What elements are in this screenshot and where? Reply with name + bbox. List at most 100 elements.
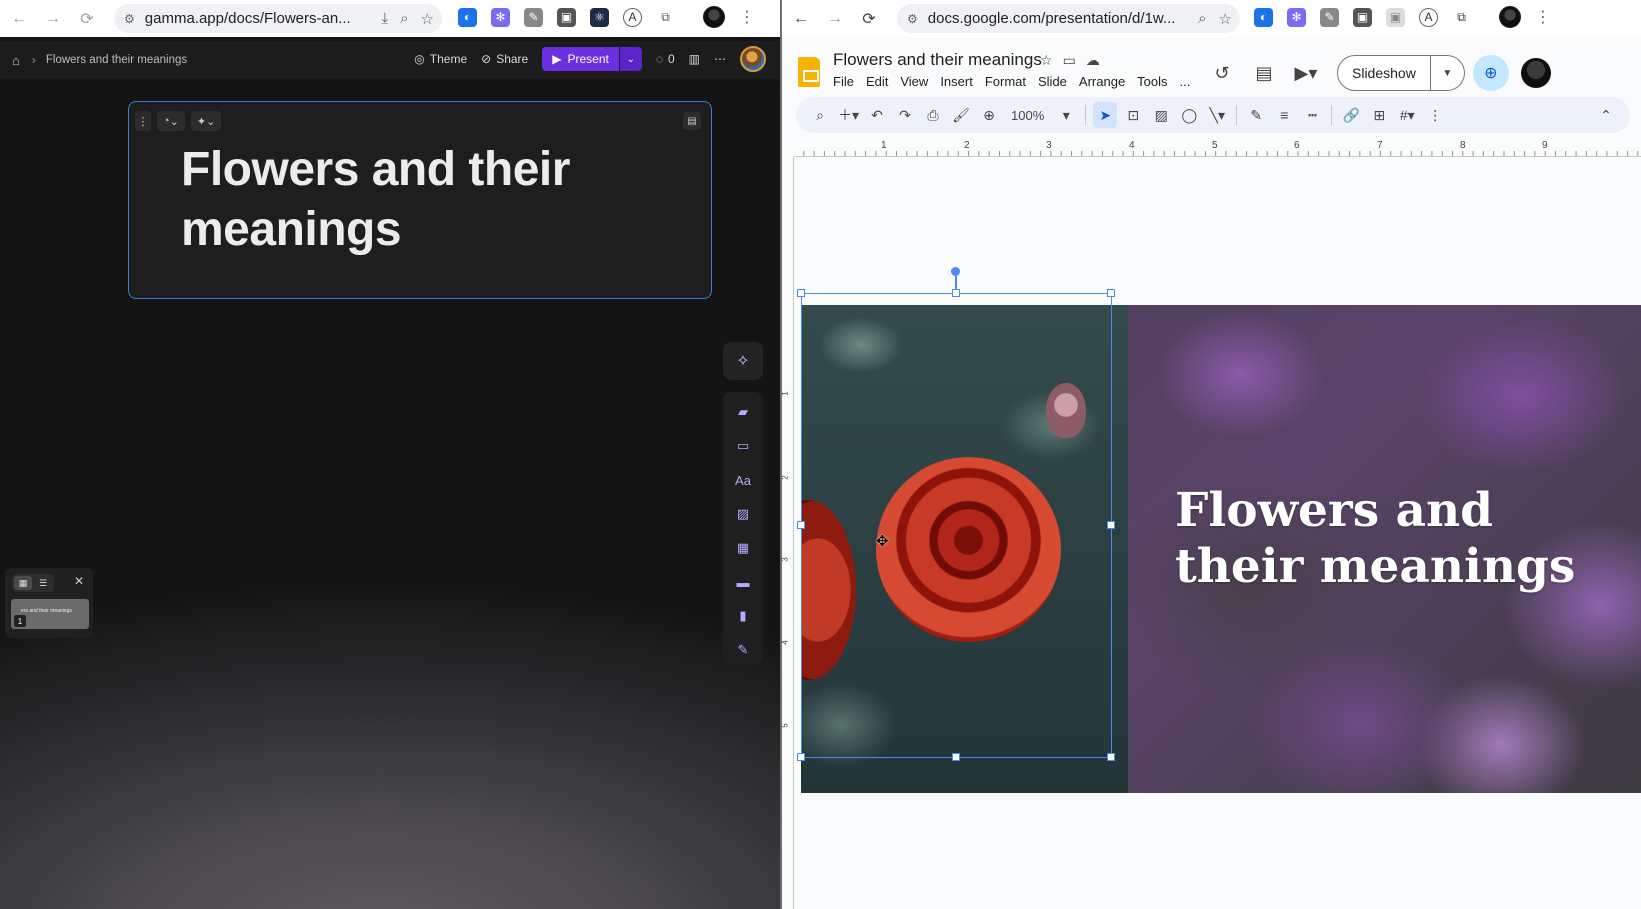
layout-icon[interactable]: ▭ bbox=[733, 436, 753, 456]
account-avatar[interactable] bbox=[1520, 58, 1551, 88]
slideshow-dropdown[interactable]: ▼ bbox=[1430, 55, 1465, 91]
slides-logo-icon[interactable] bbox=[798, 57, 820, 87]
resize-handle[interactable] bbox=[797, 521, 805, 529]
move-folder-icon[interactable]: ▭ bbox=[1063, 52, 1076, 69]
user-avatar[interactable] bbox=[740, 46, 766, 72]
card-style-button[interactable]: ◔ ⌄ bbox=[157, 111, 185, 131]
menu-icon[interactable]: ⋮ bbox=[739, 7, 755, 27]
resize-handle[interactable] bbox=[952, 289, 960, 297]
meet-icon[interactable]: ▶▾ bbox=[1291, 63, 1321, 84]
more-options-icon[interactable]: ⋮ bbox=[1423, 102, 1447, 128]
line-icon[interactable]: ╲▾ bbox=[1205, 102, 1229, 128]
extension-icon[interactable]: ▣ bbox=[1353, 7, 1372, 27]
extension-icon[interactable]: ◐ bbox=[458, 7, 477, 27]
zoom-icon[interactable]: ⌕ bbox=[1198, 10, 1206, 27]
text-icon[interactable]: Aa bbox=[733, 470, 753, 490]
slide-thumbnail[interactable]: ers and their meanings 1 bbox=[11, 599, 89, 629]
bookmark-star-icon[interactable]: ☆ bbox=[421, 10, 434, 28]
resize-handle[interactable] bbox=[952, 753, 960, 761]
resize-handle[interactable] bbox=[797, 289, 805, 297]
breadcrumb[interactable]: Flowers and their meanings bbox=[46, 54, 187, 66]
profile-avatar[interactable] bbox=[703, 6, 725, 28]
extension-icon[interactable]: ✎ bbox=[524, 7, 543, 27]
extension-icon[interactable]: ▣ bbox=[1386, 7, 1405, 27]
star-icon[interactable]: ☆ bbox=[1040, 52, 1053, 69]
resize-handle[interactable] bbox=[1107, 753, 1115, 761]
search-menus-icon[interactable]: ⌕ bbox=[808, 102, 832, 128]
zoom-icon[interactable]: ⌕ bbox=[400, 10, 408, 27]
border-color-icon[interactable]: ✎ bbox=[1244, 102, 1268, 128]
comments-button[interactable]: ◌ 0 bbox=[656, 52, 675, 66]
slideshow-button[interactable]: Slideshow bbox=[1337, 55, 1431, 91]
zoom-icon[interactable]: ⊕ bbox=[977, 102, 1001, 128]
insert-link-icon[interactable]: 🔗 bbox=[1339, 102, 1363, 128]
more-icon[interactable]: ⋯ bbox=[714, 52, 726, 66]
home-icon[interactable]: ⌂ bbox=[12, 53, 20, 68]
reload-icon[interactable]: ⟳ bbox=[76, 8, 98, 30]
extension-icon[interactable]: ⚛ bbox=[590, 7, 609, 27]
site-info-icon[interactable]: ⚙ bbox=[907, 12, 918, 26]
table-icon[interactable]: ▦ bbox=[733, 538, 753, 558]
extension-icon[interactable]: ✎ bbox=[1320, 7, 1339, 27]
extension-icon[interactable]: ▣ bbox=[557, 7, 576, 27]
crop-icon[interactable]: #▾ bbox=[1395, 102, 1419, 128]
cloud-status-icon[interactable]: ☁ bbox=[1086, 52, 1100, 69]
menu-more[interactable]: ... bbox=[1174, 74, 1197, 89]
extension-icon[interactable]: A bbox=[623, 7, 642, 27]
menu-file[interactable]: File bbox=[833, 74, 860, 89]
forward-icon[interactable]: → bbox=[824, 8, 846, 30]
border-weight-icon[interactable]: ≡ bbox=[1272, 102, 1296, 128]
banner-icon[interactable]: ▬ bbox=[733, 572, 753, 592]
print-icon[interactable]: ⎙ bbox=[921, 102, 945, 128]
extension-icon[interactable]: ◐ bbox=[1254, 7, 1273, 27]
menu-slide[interactable]: Slide bbox=[1032, 74, 1073, 89]
chart-icon[interactable]: ▮ bbox=[733, 606, 753, 626]
grid-view-icon[interactable]: ▦ bbox=[14, 576, 32, 590]
menu-tools[interactable]: Tools bbox=[1131, 74, 1173, 89]
profile-avatar[interactable] bbox=[1499, 6, 1521, 28]
card-title[interactable]: Flowers and their meanings bbox=[181, 140, 661, 260]
insert-image-icon[interactable]: ▨ bbox=[1149, 102, 1173, 128]
border-dash-icon[interactable]: ┅ bbox=[1300, 102, 1324, 128]
title-card[interactable]: ⋮ ◔ ⌄ ✦ ⌄ ▤ Flowers and their meanings bbox=[128, 101, 712, 299]
back-icon[interactable]: ← bbox=[8, 8, 30, 30]
select-cursor-icon[interactable]: ➤ bbox=[1093, 102, 1118, 128]
list-view-icon[interactable]: ☰ bbox=[34, 576, 52, 590]
slide-title[interactable]: Flowers and their meanings bbox=[1175, 483, 1615, 595]
close-icon[interactable]: ✕ bbox=[74, 574, 84, 588]
resize-handle[interactable] bbox=[1107, 289, 1115, 297]
zoom-select[interactable]: 100% bbox=[1005, 108, 1050, 123]
forward-icon[interactable]: → bbox=[42, 8, 64, 30]
install-icon[interactable]: ⤓ bbox=[382, 10, 389, 27]
history-icon[interactable]: ↺ bbox=[1207, 63, 1237, 84]
resize-handle[interactable] bbox=[1107, 521, 1115, 529]
menu-view[interactable]: View bbox=[894, 74, 934, 89]
extension-icon[interactable]: A bbox=[1419, 7, 1438, 27]
card-icon[interactable]: ▰ bbox=[733, 402, 753, 422]
extension-icon[interactable]: ✻ bbox=[1287, 7, 1306, 27]
drag-handle-icon[interactable]: ⋮ bbox=[135, 111, 151, 131]
resize-handle[interactable] bbox=[797, 753, 805, 761]
theme-button[interactable]: ◎ Theme bbox=[414, 52, 467, 66]
bookmark-star-icon[interactable]: ☆ bbox=[1219, 10, 1232, 28]
reload-icon[interactable]: ⟳ bbox=[858, 8, 880, 30]
present-dropdown[interactable]: ⌄ bbox=[619, 47, 642, 71]
paint-format-icon[interactable]: 🖌 bbox=[949, 102, 973, 128]
menu-edit[interactable]: Edit bbox=[860, 74, 894, 89]
back-icon[interactable]: ← bbox=[790, 8, 812, 30]
menu-arrange[interactable]: Arrange bbox=[1073, 74, 1131, 89]
undo-icon[interactable]: ↶ bbox=[865, 102, 889, 128]
extension-icon[interactable]: ✻ bbox=[491, 7, 510, 27]
menu-insert[interactable]: Insert bbox=[934, 74, 979, 89]
comment-icon[interactable]: ▤ bbox=[1249, 63, 1279, 84]
redo-icon[interactable]: ↷ bbox=[893, 102, 917, 128]
puzzle-icon[interactable]: ⧉ bbox=[1452, 7, 1471, 27]
menu-icon[interactable]: ⋮ bbox=[1535, 7, 1551, 27]
shape-icon[interactable]: ◯ bbox=[1177, 102, 1201, 128]
image-icon[interactable]: ▨ bbox=[733, 504, 753, 524]
menu-format[interactable]: Format bbox=[979, 74, 1032, 89]
present-button[interactable]: ▶ Present bbox=[542, 47, 619, 71]
ai-edit-button[interactable]: ✦ ⌄ bbox=[190, 111, 222, 131]
share-person-icon[interactable]: ⊕ bbox=[1472, 55, 1509, 91]
rotation-handle[interactable] bbox=[951, 267, 960, 276]
